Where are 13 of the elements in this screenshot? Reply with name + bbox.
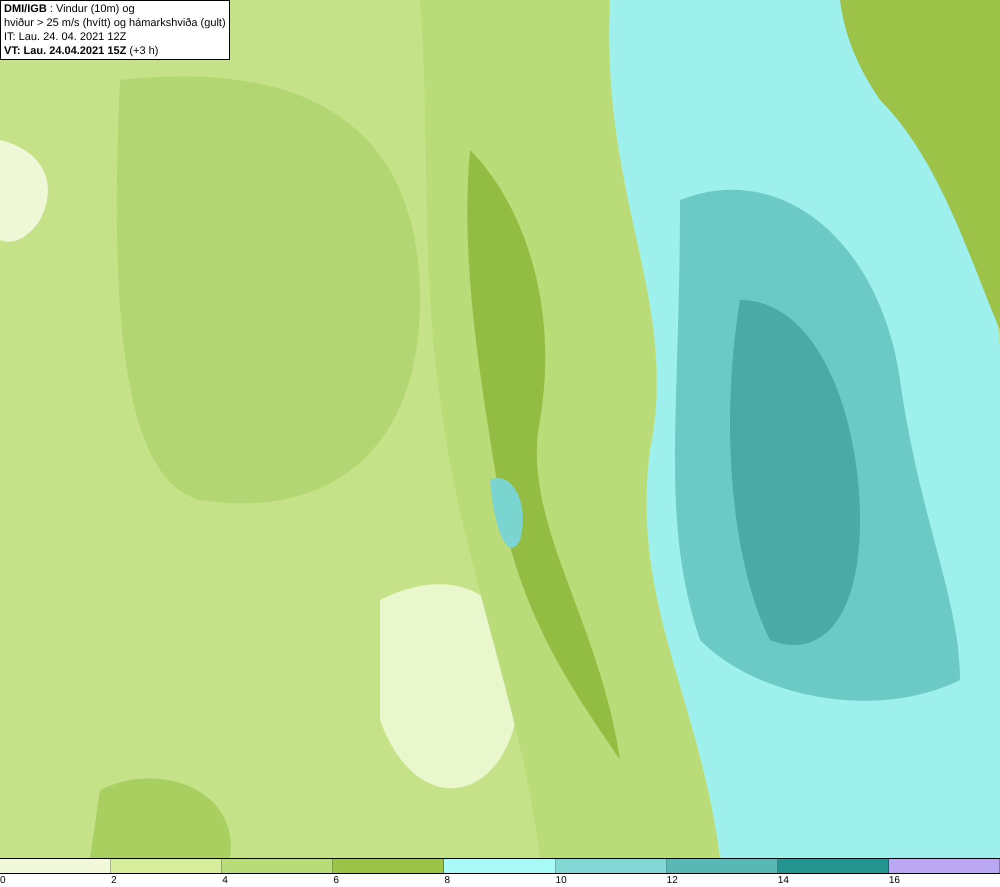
legend-tick-label: 14 [778,875,789,886]
legend-tick-label: 2 [111,875,117,886]
legend-tick-label: 8 [444,875,450,886]
legend-tick-label: 16 [888,875,900,886]
legend-tick-label: 4 [222,875,228,886]
legend-tick-label: 10 [556,875,567,886]
info-line: hviður > 25 m/s (hvítt) og hámarkshviða (gult) [4,16,226,30]
info-line: IT: Lau. 24. 04. 2021 12Z [4,30,128,44]
legend-tick-label: 0 [0,875,6,886]
info-line: VT: Lau. 24.04.2021 15Z (+3 h) [4,44,160,58]
legend-tick-label: 12 [666,875,678,886]
info-line: DMI/IGB : Vindur (10m) og [4,2,136,16]
legend-tick-label: 6 [333,875,339,886]
